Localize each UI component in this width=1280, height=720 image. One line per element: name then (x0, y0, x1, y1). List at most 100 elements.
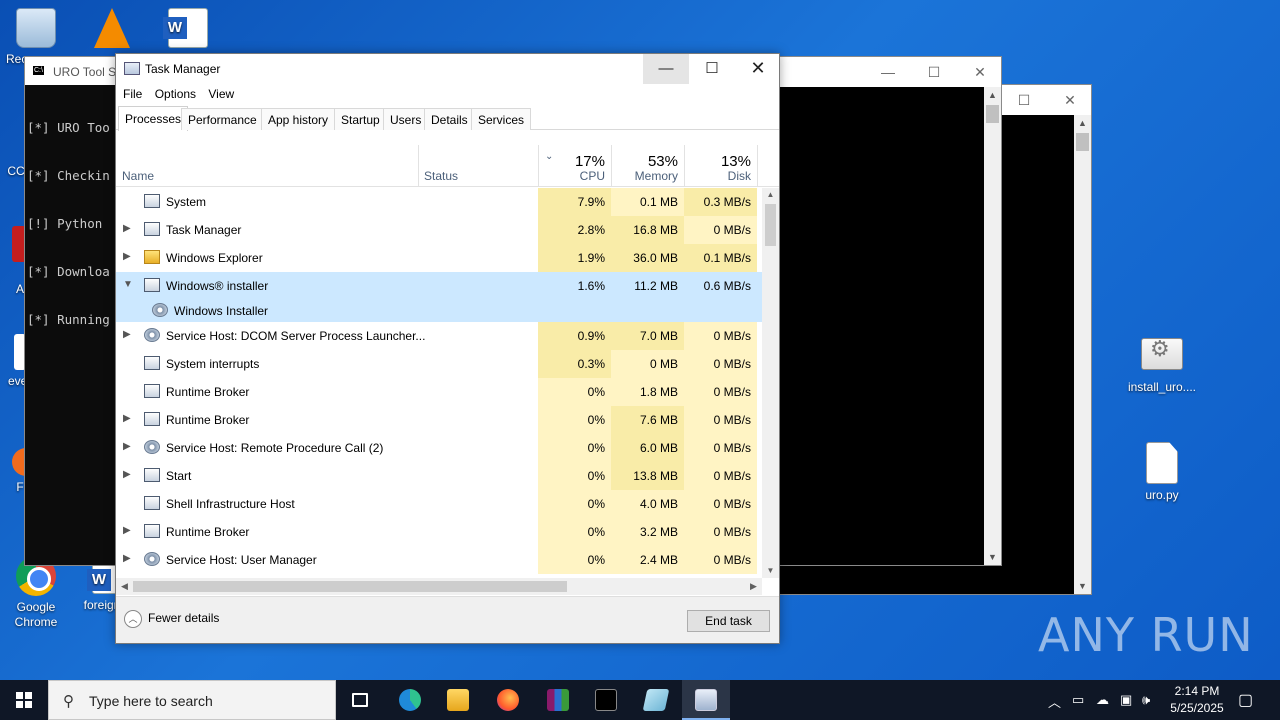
footer: ︿ Fewer details End task (116, 596, 779, 643)
network-icon[interactable]: ▣ (1120, 692, 1132, 708)
scroll-down-icon[interactable]: ▼ (1074, 578, 1091, 594)
process-disk: 0 MB/s (684, 462, 757, 490)
close-icon[interactable]: ✕ (957, 57, 1003, 87)
scroll-thumb[interactable] (765, 204, 776, 246)
expand-chevron-icon[interactable]: ▶ (123, 329, 131, 340)
console-title[interactable]: URO Tool S (25, 57, 123, 85)
titlebar[interactable]: Task Manager — ☐ ✕ (116, 54, 779, 84)
process-row[interactable]: ▼ Windows® installer 1.6% 11.2 MB 0.6 MB/s (116, 272, 762, 300)
onedrive-icon[interactable]: ☁ (1096, 692, 1109, 708)
process-row[interactable]: ▶ Runtime Broker 0% 7.6 MB 0 MB/s (116, 406, 762, 434)
desktop-icon-word-doc[interactable] (152, 8, 224, 52)
scroll-down-icon[interactable]: ▼ (984, 549, 1001, 565)
battery-icon[interactable]: ▭ (1072, 692, 1084, 708)
maximize-button[interactable]: ☐ (689, 54, 735, 84)
scroll-right-icon[interactable]: ▶ (745, 578, 762, 595)
taskbar-file-explorer[interactable] (434, 680, 482, 720)
taskbar-terminal[interactable] (582, 680, 630, 720)
close-icon[interactable]: ✕ (1047, 85, 1093, 115)
fewer-details-button[interactable]: ︿ Fewer details (124, 610, 219, 628)
menu-options[interactable]: Options (154, 84, 202, 101)
tab-processes[interactable]: Processes (118, 106, 189, 131)
scroll-up-icon[interactable]: ▲ (984, 87, 1001, 103)
process-row[interactable]: Shell Infrastructure Host 0% 4.0 MB 0 MB/s (116, 490, 762, 518)
process-row[interactable]: ▶ Runtime Broker 0% 3.2 MB 0 MB/s (116, 518, 762, 546)
taskbar-winrar[interactable] (534, 680, 582, 720)
taskbar-search-box[interactable]: ⚲ Type here to search (48, 680, 336, 720)
column-status[interactable]: Status (418, 145, 538, 187)
desktop-icon-google-chrome[interactable]: Google Chrome (0, 556, 72, 630)
console-line: [!] Python (27, 216, 110, 231)
scroll-down-icon[interactable]: ▼ (762, 564, 779, 578)
process-row[interactable]: System interrupts 0.3% 0 MB 0 MB/s (116, 350, 762, 378)
process-row[interactable]: Runtime Broker 0% 1.8 MB 0 MB/s (116, 378, 762, 406)
anyrun-watermark: ANY RUN (1038, 608, 1254, 662)
expand-chevron-icon[interactable]: ▶ (123, 553, 131, 564)
process-row[interactable]: ▶ Start 0% 13.8 MB 0 MB/s (116, 462, 762, 490)
process-disk: 0.3 MB/s (684, 188, 757, 216)
process-row[interactable]: ▶ Service Host: User Manager 0% 2.4 MB 0 MB/… (116, 546, 762, 574)
column-disk[interactable]: 13% Disk (684, 145, 757, 187)
tab-app-history[interactable]: App history (261, 108, 336, 130)
menu-file[interactable]: File (122, 84, 148, 101)
minimize-icon[interactable]: — (865, 57, 911, 87)
expand-chevron-icon[interactable]: ▶ (123, 413, 131, 424)
horizontal-scrollbar[interactable]: ◀ ▶ (116, 578, 762, 595)
taskbar-firefox[interactable] (484, 680, 532, 720)
scroll-left-icon[interactable]: ◀ (116, 578, 133, 595)
notifications-icon[interactable]: ▢ (1238, 690, 1253, 710)
scroll-thumb[interactable] (1076, 133, 1089, 151)
volume-icon[interactable]: 🕪 (1142, 692, 1150, 708)
expand-chevron-icon[interactable]: ▶ (123, 223, 131, 234)
scroll-thumb[interactable] (986, 105, 999, 123)
end-task-button[interactable]: End task (687, 610, 770, 632)
chevron-up-icon[interactable]: ︿ (1048, 692, 1061, 711)
vertical-scrollbar[interactable]: ▲ ▼ (1074, 115, 1091, 594)
desktop-icon-install-uro[interactable]: install_uro.... (1126, 338, 1198, 395)
process-row[interactable]: ▶ Windows Explorer 1.9% 36.0 MB 0.1 MB/s (116, 244, 762, 272)
taskbar-edge[interactable] (386, 680, 434, 720)
process-row[interactable]: ▶ Service Host: Remote Procedure Call (2)… (116, 434, 762, 462)
task-view-button[interactable] (336, 680, 384, 720)
tab-performance[interactable]: Performance (181, 108, 264, 130)
tab-details[interactable]: Details (424, 108, 475, 130)
desktop-icon-vlc[interactable] (76, 8, 148, 52)
menu-view[interactable]: View (207, 84, 240, 101)
scroll-up-icon[interactable]: ▲ (1074, 115, 1091, 131)
task-manager-window[interactable]: Task Manager — ☐ ✕ File Options View Pro… (115, 53, 780, 644)
scroll-thumb[interactable] (133, 581, 567, 592)
collapse-chevron-icon[interactable]: ▼ (123, 279, 133, 290)
folder-icon (144, 250, 160, 264)
expand-chevron-icon[interactable]: ▶ (123, 251, 131, 262)
tab-services[interactable]: Services (471, 108, 532, 130)
taskbar-notepad[interactable] (632, 680, 680, 720)
column-memory[interactable]: 53% Memory (611, 145, 684, 187)
vertical-scrollbar[interactable]: ▲ ▼ (984, 87, 1001, 565)
start-button[interactable] (0, 680, 48, 720)
tab-startup[interactable]: Startup (334, 108, 387, 130)
minimize-button[interactable]: — (643, 54, 689, 84)
expand-chevron-icon[interactable]: ▶ (123, 441, 131, 452)
process-row[interactable]: System 7.9% 0.1 MB 0.3 MB/s (116, 188, 762, 216)
process-child-row[interactable]: Windows Installer (116, 300, 762, 322)
maximize-icon[interactable]: ☐ (911, 57, 957, 87)
column-cpu[interactable]: 17% CPU (538, 145, 611, 187)
process-row[interactable]: ▶ Service Host: DCOM Server Process Launc… (116, 322, 762, 350)
process-row[interactable]: ▶ Task Manager 2.8% 16.8 MB 0 MB/s (116, 216, 762, 244)
column-divider[interactable] (757, 145, 758, 187)
tab-users[interactable]: Users (383, 108, 429, 130)
vertical-scrollbar[interactable]: ▲ ▼ (762, 188, 779, 578)
desktop-icon-uro-py[interactable]: uro.py (1126, 442, 1198, 503)
uro-console-window[interactable]: URO Tool S [*] URO Too [*] Checkin [!] P… (24, 56, 124, 566)
expand-chevron-icon[interactable]: ▶ (123, 469, 131, 480)
column-name[interactable]: Name (116, 145, 418, 187)
expand-chevron-icon[interactable]: ▶ (123, 525, 131, 536)
taskbar-task-manager[interactable] (682, 680, 730, 720)
edge-icon (399, 689, 421, 711)
maximize-icon[interactable]: ☐ (1001, 85, 1047, 115)
scroll-up-icon[interactable]: ▲ (762, 188, 779, 202)
process-cpu: 0.9% (538, 322, 611, 350)
taskbar-clock[interactable]: 2:14 PM 5/25/2025 (1160, 683, 1234, 717)
console-window-back-1[interactable]: — ☐ ✕ ▲ ▼ (760, 56, 1002, 566)
close-button[interactable]: ✕ (735, 54, 781, 84)
